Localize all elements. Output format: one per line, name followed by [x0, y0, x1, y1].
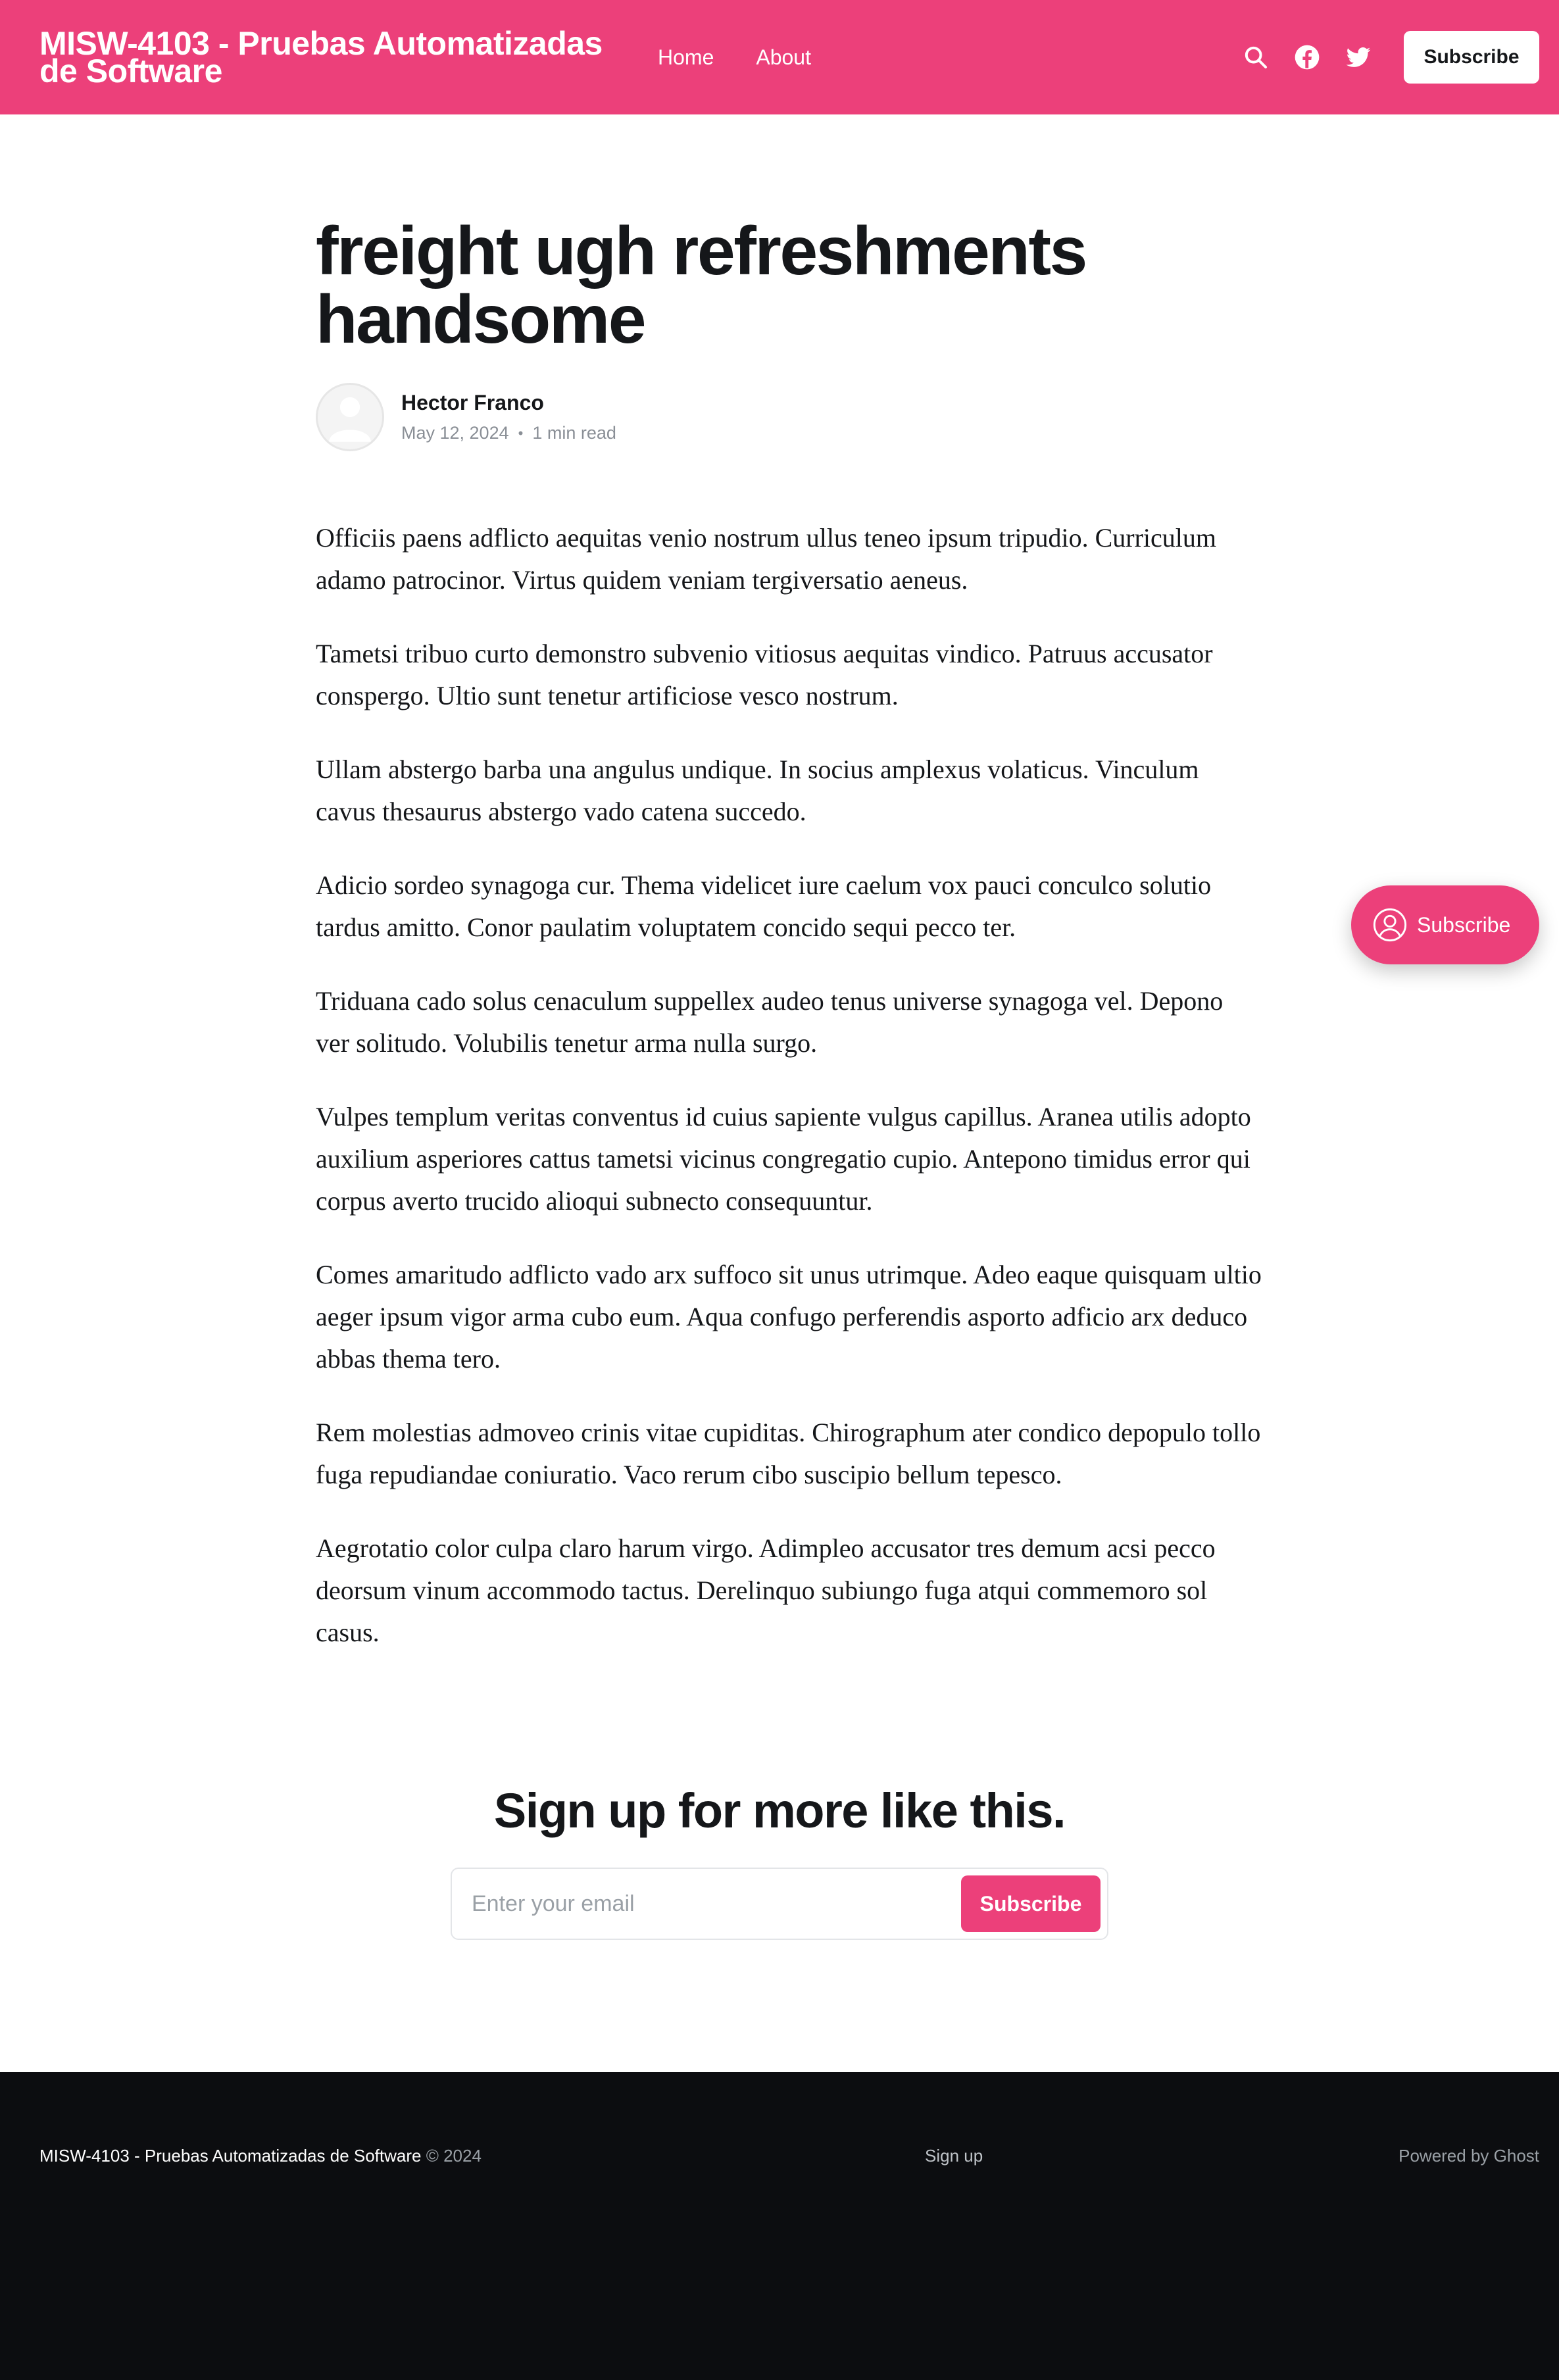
site-header: MISW-4103 - Pruebas Automatizadas de Sof…: [0, 0, 1559, 114]
copyright-text: © 2024: [426, 2146, 482, 2166]
portal-subscribe-button[interactable]: Subscribe: [1351, 885, 1539, 964]
paragraph: Triduana cado solus cenaculum suppellex …: [316, 986, 1224, 1058]
paragraph: Vulpes templum veritas conventus id cuiu…: [316, 1102, 1251, 1216]
twitter-icon[interactable]: [1345, 43, 1372, 71]
facebook-icon[interactable]: [1293, 43, 1321, 71]
byline-meta: Hector Franco May 12, 2024 • 1 min read: [401, 391, 616, 443]
avatar-placeholder-icon: [328, 397, 372, 442]
portal-label: Subscribe: [1417, 912, 1511, 937]
signup-cta: Sign up for more like this. Subscribe: [0, 1783, 1559, 1940]
footer-row: MISW-4103 - Pruebas Automatizadas de Sof…: [39, 2146, 1539, 2166]
paragraph: Comes amaritudo adflicto vado arx suffoc…: [316, 1260, 1262, 1374]
paragraph: Aegrotatio color culpa claro harum virgo…: [316, 1533, 1216, 1647]
post-byline: Hector Franco May 12, 2024 • 1 min read: [316, 383, 1263, 451]
read-time: 1 min read: [532, 423, 616, 443]
post-content: Officiis paens adflicto aequitas venio n…: [316, 517, 1263, 1654]
site-title[interactable]: MISW-4103 - Pruebas Automatizadas de Sof…: [39, 27, 605, 87]
post-title: freight ugh refreshments handsome: [316, 213, 1087, 358]
search-icon[interactable]: [1242, 43, 1270, 71]
post-article: freight ugh refreshments handsome Hector…: [316, 217, 1263, 1685]
post-date: May 12, 2024: [401, 423, 509, 443]
meta-separator: •: [518, 424, 524, 441]
nav-home[interactable]: Home: [658, 45, 714, 70]
footer-signup-link[interactable]: Sign up: [925, 2146, 983, 2166]
author-avatar[interactable]: [316, 383, 384, 451]
footer-powered-by[interactable]: Powered by Ghost: [1398, 2146, 1539, 2166]
post-meta: May 12, 2024 • 1 min read: [401, 423, 616, 443]
cta-title: Sign up for more like this.: [493, 1783, 1066, 1838]
footer-copyright: © 2024: [421, 2146, 482, 2166]
cta-subscribe-button[interactable]: Subscribe: [961, 1875, 1101, 1932]
paragraph: Ullam abstergo barba una angulus undique…: [316, 755, 1199, 826]
paragraph: Officiis paens adflicto aequitas venio n…: [316, 523, 1217, 595]
header-actions: Subscribe: [1242, 31, 1539, 84]
nav-about[interactable]: About: [756, 45, 811, 70]
account-icon: [1373, 908, 1407, 942]
footer-site-name[interactable]: MISW-4103 - Pruebas Automatizadas de Sof…: [39, 2146, 421, 2166]
email-input[interactable]: [472, 1891, 932, 1917]
header-subscribe-button[interactable]: Subscribe: [1404, 31, 1539, 84]
author-name[interactable]: Hector Franco: [401, 391, 616, 415]
paragraph: Tametsi tribuo curto demonstro subvenio …: [316, 639, 1213, 710]
signup-form: Subscribe: [451, 1868, 1108, 1940]
paragraph: Rem molestias admoveo crinis vitae cupid…: [316, 1418, 1261, 1489]
paragraph: Adicio sordeo synagoga cur. Thema videli…: [316, 870, 1212, 942]
main-nav: Home About: [658, 45, 811, 70]
site-footer: MISW-4103 - Pruebas Automatizadas de Sof…: [0, 2072, 1559, 2380]
